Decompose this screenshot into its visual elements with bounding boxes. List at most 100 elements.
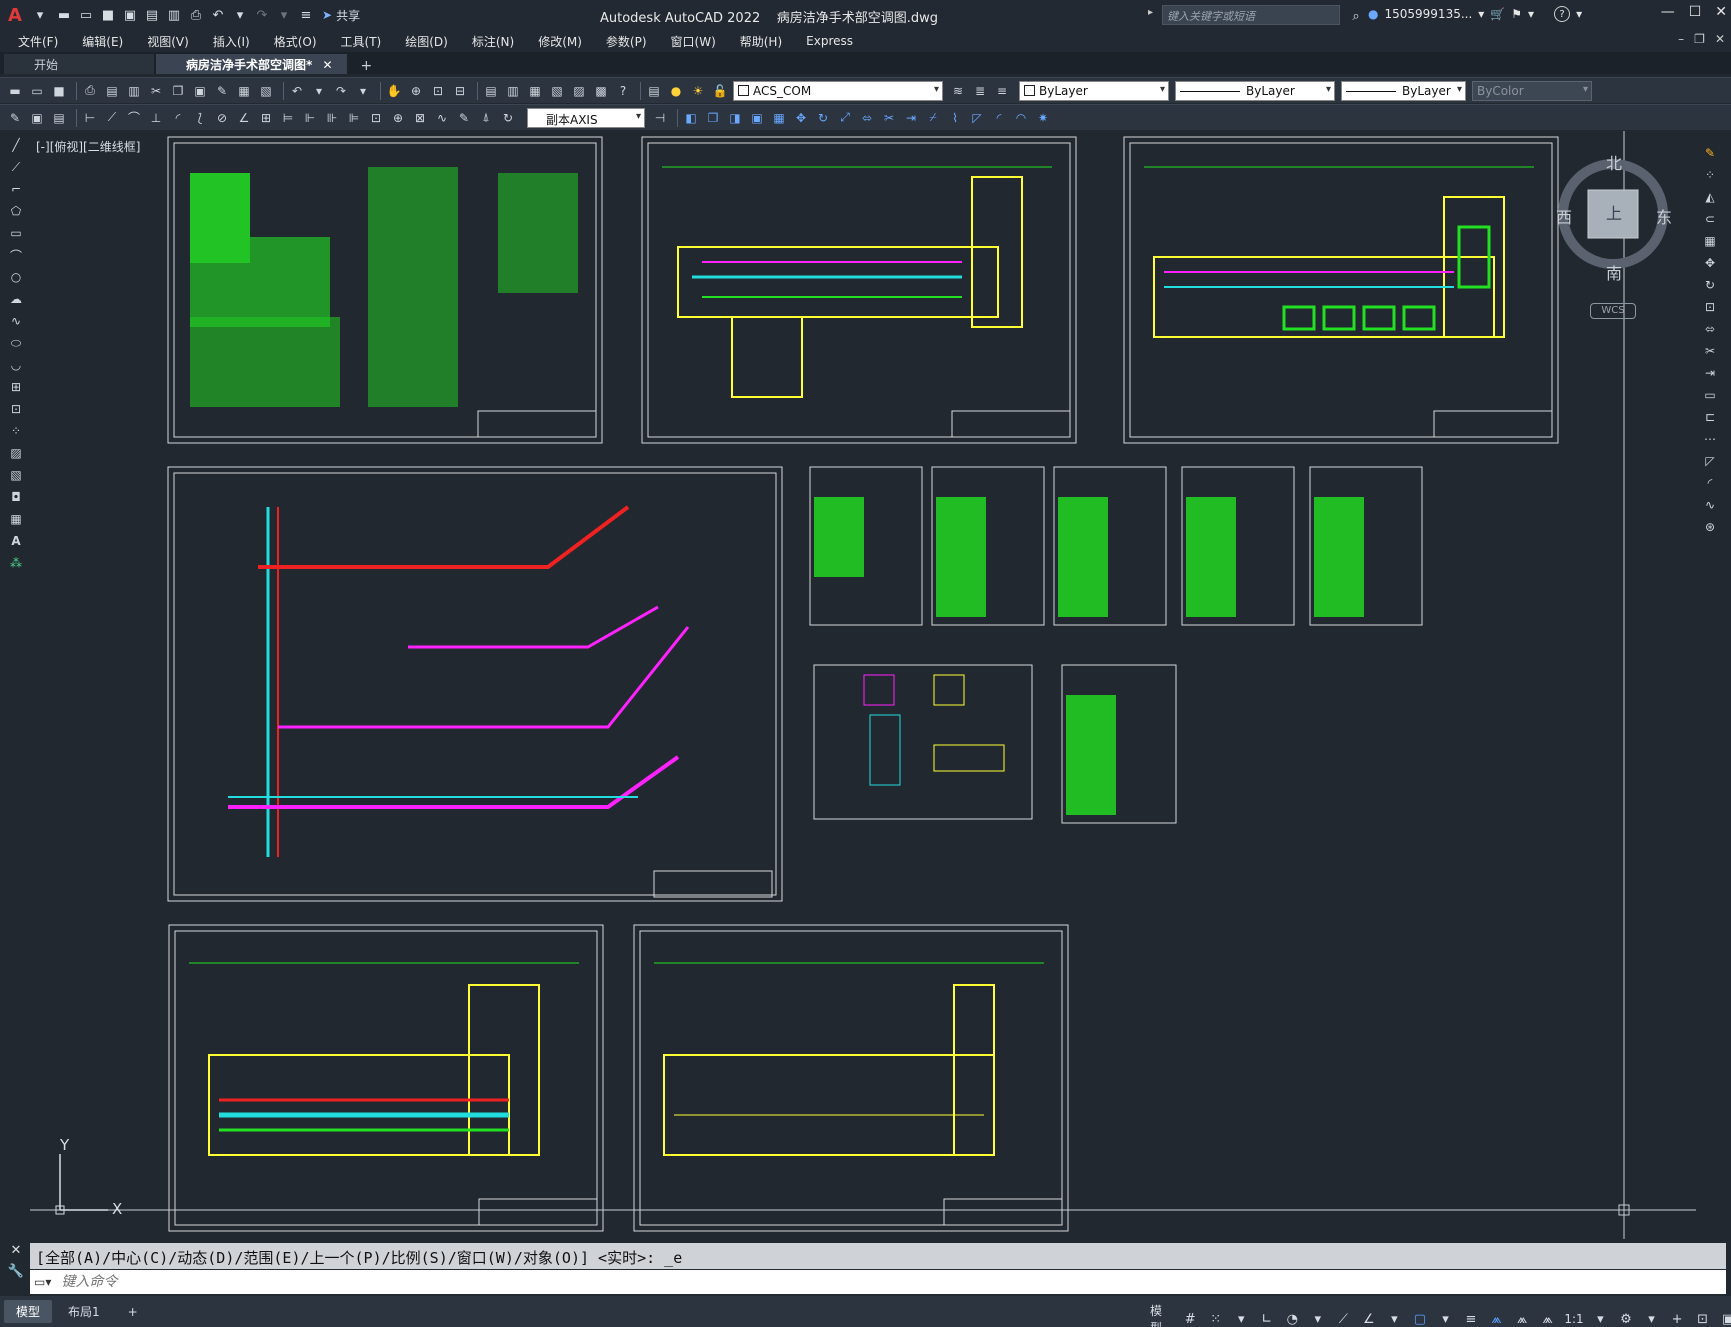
autodesk-app-icon[interactable]: ⚑ (1511, 7, 1522, 21)
construction-line-icon[interactable]: ⟋ (7, 158, 25, 176)
continue-dim-icon[interactable]: ⊩ (301, 109, 319, 127)
tab-drawing[interactable]: 病房洁净手术部空调图* ✕ (156, 54, 347, 74)
menu-dimension[interactable]: 标注(N) (472, 33, 514, 50)
annotation-scale-icon[interactable]: ⩕ (1539, 1312, 1557, 1327)
lineweight-icon[interactable]: ≡ (1462, 1312, 1480, 1327)
command-settings-icon[interactable]: 🔧 (8, 1264, 24, 1279)
zoom-previous-icon[interactable]: ⊟ (451, 82, 469, 100)
menu-parametric[interactable]: 参数(P) (606, 33, 647, 50)
table-icon[interactable]: ▦ (7, 510, 25, 528)
viewcube-west[interactable]: 西 (1556, 204, 1572, 228)
arc-length-icon[interactable]: ⌒ (125, 109, 143, 127)
move-icon[interactable]: ✥ (1701, 254, 1719, 272)
snap-dropdown-icon[interactable]: ▾ (1232, 1312, 1250, 1327)
layer-state-icon[interactable]: ≡ (993, 82, 1011, 100)
circle-icon[interactable]: ○ (7, 268, 25, 286)
qnew-icon[interactable]: ▬ (6, 82, 24, 100)
dim-style-icon[interactable]: ⊣ (651, 109, 669, 127)
break-at-point-icon[interactable]: ▭ (1701, 386, 1719, 404)
array-icon[interactable]: ▦ (770, 109, 788, 127)
tolerance-icon[interactable]: ⊡ (367, 109, 385, 127)
viewcube[interactable]: 北 上 西 东 南 (1556, 150, 1676, 284)
quickcalc-icon[interactable]: ▩ (592, 82, 610, 100)
ordinate-dim-icon[interactable]: ⊥ (147, 109, 165, 127)
share-button[interactable]: ➤ 共享 (322, 7, 360, 24)
baseline-dim-icon[interactable]: ⊨ (279, 109, 297, 127)
copy-object-icon[interactable]: ❐ (704, 109, 722, 127)
layer-properties-icon[interactable]: ▤ (645, 82, 663, 100)
model-space-toggle[interactable]: 模型 (1150, 1302, 1173, 1327)
dim-text-edit-icon[interactable]: ⍋ (477, 109, 495, 127)
menu-edit[interactable]: 编辑(E) (82, 33, 123, 50)
fillet-icon[interactable]: ◜ (990, 109, 1008, 127)
plot-preview-icon[interactable]: ▤ (103, 82, 121, 100)
extend-icon[interactable]: ⇥ (1701, 364, 1719, 382)
menu-draw[interactable]: 绘图(D) (405, 33, 448, 50)
plot-icon[interactable]: ⎙ (81, 82, 99, 100)
snap-icon[interactable]: ⁙ (1207, 1312, 1225, 1327)
make-current-layer-icon[interactable]: ≋ (949, 82, 967, 100)
break-icon[interactable]: ⊏ (1701, 408, 1719, 426)
chamfer-icon[interactable]: ◸ (1701, 452, 1719, 470)
viewcube-south[interactable]: 南 (1606, 260, 1622, 284)
spline-icon[interactable]: ∿ (7, 312, 25, 330)
inspect-icon[interactable]: ⊠ (411, 109, 429, 127)
angular-dim-icon[interactable]: ∠ (235, 109, 253, 127)
markup-icon[interactable]: ▨ (570, 82, 588, 100)
add-selected-icon[interactable]: ⁂ (7, 554, 25, 572)
dim-break-icon[interactable]: ⊫ (345, 109, 363, 127)
help-icon[interactable]: ? (1554, 6, 1571, 22)
save-icon[interactable]: ■ (50, 82, 68, 100)
object-snap-icon[interactable]: ▢ (1411, 1312, 1429, 1327)
erase-icon[interactable]: ◧ (682, 109, 700, 127)
rotate-icon[interactable]: ↻ (1701, 276, 1719, 294)
hatch-icon[interactable]: ▨ (7, 444, 25, 462)
revcloud-icon[interactable]: ☁ (7, 290, 25, 308)
polyline-icon[interactable]: ⌐ (7, 180, 25, 198)
arc-icon[interactable]: ⌒ (7, 246, 25, 264)
gradient-icon[interactable]: ▧ (7, 466, 25, 484)
redo-icon[interactable]: ↷ (252, 5, 272, 25)
block-editor-icon[interactable]: ▦ (235, 82, 253, 100)
zoom-realtime-icon[interactable]: ⊕ (407, 82, 425, 100)
menu-view[interactable]: 视图(V) (147, 33, 189, 50)
offset-icon[interactable]: ▣ (748, 109, 766, 127)
tab-layout1[interactable]: 布局1 (56, 1300, 112, 1323)
recent-commands-icon[interactable]: ▭▾ (34, 1275, 51, 1289)
auto-scale-icon[interactable]: ⩕ (1513, 1312, 1531, 1327)
viewcube-north[interactable]: 北 (1606, 150, 1622, 174)
save-icon[interactable]: ■ (98, 5, 118, 25)
pan-icon[interactable]: ✋ (385, 82, 403, 100)
stretch-icon[interactable]: ⬄ (858, 109, 876, 127)
layer-previous-icon[interactable]: ≣ (971, 82, 989, 100)
rotate-icon[interactable]: ↻ (814, 109, 832, 127)
jogged-dim-icon[interactable]: ⟅ (191, 109, 209, 127)
isodraft-icon[interactable]: ⟋ (1335, 1312, 1353, 1327)
new-tab-icon[interactable]: + (349, 58, 385, 74)
open-icon[interactable]: ▭ (28, 82, 46, 100)
region-icon[interactable]: ◘ (7, 488, 25, 506)
aligned-dim-icon[interactable]: ⟋ (103, 109, 121, 127)
sheet-set-icon[interactable]: ▧ (548, 82, 566, 100)
menu-window[interactable]: 窗口(W) (671, 33, 716, 50)
viewport-controls[interactable]: [-][俯视][二维线框] (36, 138, 140, 155)
tool-palettes-icon[interactable]: ▦ (526, 82, 544, 100)
user-name[interactable]: 1505999135... (1384, 7, 1472, 21)
erase-icon[interactable]: ✎ (1701, 144, 1719, 162)
open-web-icon[interactable]: ▤ (142, 5, 162, 25)
break-icon[interactable]: ⌿ (924, 109, 942, 127)
layer-dropdown[interactable]: ACS_COM ▾ (733, 80, 943, 101)
tab-model[interactable]: 模型 (4, 1300, 53, 1323)
mirror-icon[interactable]: ◨ (726, 109, 744, 127)
explode-icon[interactable]: ⊛ (1701, 518, 1719, 536)
ortho-icon[interactable]: ∟ (1258, 1312, 1276, 1327)
mtext-icon[interactable]: A (7, 532, 25, 550)
doc-restore-icon[interactable]: ❐ (1694, 32, 1705, 46)
scale-dropdown-icon[interactable]: ▾ (1592, 1312, 1610, 1327)
scale-icon[interactable]: ⤢ (836, 109, 854, 127)
dim-space-icon[interactable]: ⊪ (323, 109, 341, 127)
drawing-canvas[interactable] (30, 131, 1696, 1239)
plot-icon[interactable]: ⎙ (186, 5, 206, 25)
undo-dropdown-icon[interactable]: ▾ (310, 82, 328, 100)
color-dropdown[interactable]: ByLayer ▾ (1019, 80, 1169, 101)
